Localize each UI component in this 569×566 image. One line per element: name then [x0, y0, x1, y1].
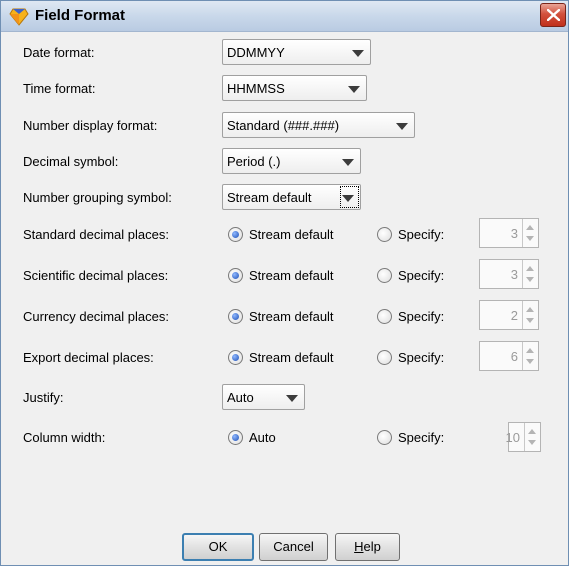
decimal-symbol-label: Decimal symbol: [23, 154, 119, 169]
dialog-title: Field Format [35, 7, 126, 24]
scientific-decimal-places-spinner[interactable]: 3 [479, 259, 539, 289]
standard-decimal-places-spinner[interactable]: 3 [479, 218, 539, 248]
chevron-down-icon [342, 159, 354, 166]
spin-down-icon[interactable] [526, 236, 534, 241]
time-format-value: HHMMSS [227, 81, 285, 96]
spin-down-icon[interactable] [526, 318, 534, 323]
radio-label: Specify: [398, 227, 445, 242]
number-grouping-symbol-label: Number grouping symbol: [23, 190, 172, 205]
radio-label: Specify: [398, 268, 445, 283]
cancel-button[interactable]: Cancel [259, 533, 328, 561]
radio-label: Specify: [398, 309, 445, 324]
time-format-label: Time format: [23, 81, 96, 96]
radio-selected-icon[interactable] [228, 227, 243, 242]
radio-selected-icon[interactable] [228, 430, 243, 445]
time-format-select[interactable]: HHMMSS [222, 75, 367, 101]
close-button[interactable] [540, 3, 566, 27]
spinner-buttons[interactable] [522, 219, 538, 247]
number-display-format-label: Number display format: [23, 118, 158, 133]
standard-decimal-places-label: Standard decimal places: [23, 227, 169, 242]
radio-label: Stream default [249, 350, 334, 365]
currency-decimal-places-label: Currency decimal places: [23, 309, 169, 324]
number-display-format-value: Standard (###.###) [227, 118, 340, 133]
radio-label: Stream default [249, 227, 334, 242]
justify-value: Auto [227, 390, 254, 405]
spin-down-icon[interactable] [528, 440, 536, 445]
title-bar[interactable]: Field Format [1, 1, 568, 32]
ok-button[interactable]: OK [182, 533, 254, 561]
spinner-buttons[interactable] [522, 301, 538, 329]
spinner-buttons[interactable] [522, 260, 538, 288]
number-display-format-select[interactable]: Standard (###.###) [222, 112, 415, 138]
radio-selected-icon[interactable] [228, 350, 243, 365]
help-button[interactable]: Help [335, 533, 400, 561]
scientific-decimal-places-label: Scientific decimal places: [23, 268, 169, 283]
chevron-down-icon [286, 395, 298, 402]
radio-unselected-icon[interactable] [377, 309, 392, 324]
date-format-select[interactable]: DDMMYY [222, 39, 371, 65]
help-label-rest: elp [363, 539, 381, 554]
spinner-buttons[interactable] [524, 423, 540, 451]
export-decimal-places-label: Export decimal places: [23, 350, 154, 365]
field-format-dialog: Field Format Date format: DDMMYY Time fo… [0, 0, 569, 566]
chevron-down-icon [348, 86, 360, 93]
chevron-down-icon [342, 195, 354, 202]
spin-up-icon[interactable] [528, 429, 536, 434]
date-format-value: DDMMYY [227, 45, 285, 60]
justify-label: Justify: [23, 390, 64, 405]
spinner-value: 10 [505, 430, 520, 445]
decimal-symbol-value: Period (.) [227, 154, 281, 169]
spinner-value: 3 [510, 267, 518, 282]
spinner-value: 3 [510, 226, 518, 241]
help-mnemonic: H [354, 539, 364, 554]
decimal-symbol-select[interactable]: Period (.) [222, 148, 361, 174]
spin-up-icon[interactable] [526, 225, 534, 230]
radio-unselected-icon[interactable] [377, 227, 392, 242]
radio-unselected-icon[interactable] [377, 430, 392, 445]
spin-up-icon[interactable] [526, 348, 534, 353]
spin-up-icon[interactable] [526, 307, 534, 312]
number-grouping-symbol-select[interactable]: Stream default [222, 184, 361, 210]
justify-select[interactable]: Auto [222, 384, 305, 410]
spinner-value: 2 [510, 308, 518, 323]
radio-selected-icon[interactable] [228, 268, 243, 283]
currency-decimal-places-spinner[interactable]: 2 [479, 300, 539, 330]
spinner-value: 6 [510, 349, 518, 364]
radio-label: Stream default [249, 268, 334, 283]
export-decimal-places-spinner[interactable]: 6 [479, 341, 539, 371]
spin-down-icon[interactable] [526, 277, 534, 282]
radio-unselected-icon[interactable] [377, 268, 392, 283]
column-width-label: Column width: [23, 430, 106, 445]
chevron-down-icon [352, 50, 364, 57]
diamond-app-icon [9, 8, 29, 31]
radio-selected-icon[interactable] [228, 309, 243, 324]
close-icon [547, 9, 560, 21]
spin-up-icon[interactable] [526, 266, 534, 271]
column-width-spinner[interactable]: 10 [505, 422, 541, 452]
radio-label: Stream default [249, 309, 334, 324]
chevron-down-icon [396, 123, 408, 130]
radio-label: Specify: [398, 350, 445, 365]
radio-unselected-icon[interactable] [377, 350, 392, 365]
radio-label: Auto [249, 430, 276, 445]
spin-down-icon[interactable] [526, 359, 534, 364]
radio-label: Specify: [398, 430, 445, 445]
spinner-buttons[interactable] [522, 342, 538, 370]
number-grouping-symbol-value: Stream default [227, 190, 312, 205]
date-format-label: Date format: [23, 45, 95, 60]
